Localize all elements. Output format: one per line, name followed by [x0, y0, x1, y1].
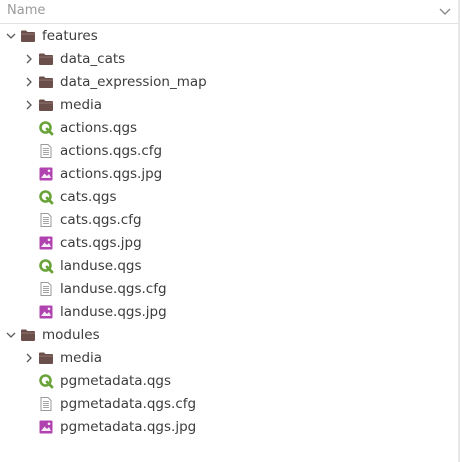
tree-item-label: media — [60, 350, 103, 366]
image-file-icon — [39, 305, 53, 319]
tree-folder-row[interactable]: modules — [0, 324, 460, 347]
folder-icon — [39, 352, 53, 364]
tree-item-label: actions.qgs.jpg — [60, 166, 163, 182]
tree-file-row[interactable]: pgmetadata.qgs — [0, 370, 460, 393]
tree-item-label: data_cats — [60, 51, 126, 67]
qgis-icon — [39, 259, 54, 274]
tree-item-label: landuse.qgs.cfg — [60, 281, 167, 297]
tree-file-row[interactable]: cats.qgs.jpg — [0, 232, 460, 255]
tree-item-label: cats.qgs.jpg — [60, 235, 142, 251]
tree-folder-row[interactable]: features — [0, 25, 460, 48]
chevron-down-icon[interactable] — [5, 329, 17, 341]
tree-item-label: data_expression_map — [60, 74, 207, 90]
tree-file-row[interactable]: landuse.qgs.jpg — [0, 301, 460, 324]
tree-item-label: pgmetadata.qgs — [60, 373, 172, 389]
qgis-icon — [39, 374, 54, 389]
folder-icon — [39, 99, 53, 111]
tree-file-row[interactable]: pgmetadata.qgs.jpg — [0, 416, 460, 439]
tree-item-label: media — [60, 97, 103, 113]
image-file-icon — [39, 167, 53, 181]
tree-item-label: pgmetadata.qgs.cfg — [60, 396, 197, 412]
tree-file-row[interactable]: cats.qgs.cfg — [0, 209, 460, 232]
tree-item-label: features — [42, 28, 98, 44]
tree-item-label: actions.qgs.cfg — [60, 143, 163, 159]
qgis-icon — [39, 121, 54, 136]
tree-item-label: pgmetadata.qgs.jpg — [60, 419, 197, 435]
tree-item-label: landuse.qgs.jpg — [60, 304, 167, 320]
tree-folder-row[interactable]: media — [0, 94, 460, 117]
chevron-down-icon[interactable] — [5, 30, 17, 42]
text-file-icon — [40, 144, 52, 158]
chevron-right-icon[interactable] — [23, 76, 35, 88]
tree-item-label: landuse.qgs — [60, 258, 142, 274]
tree-file-row[interactable]: cats.qgs — [0, 186, 460, 209]
tree-folder-row[interactable]: data_cats — [0, 48, 460, 71]
chevron-right-icon[interactable] — [23, 99, 35, 111]
tree-file-row[interactable]: actions.qgs.cfg — [0, 140, 460, 163]
tree-item-label: modules — [42, 327, 100, 343]
tree-file-row[interactable]: actions.qgs.jpg — [0, 163, 460, 186]
tree-item-label: cats.qgs.cfg — [60, 212, 142, 228]
tree-file-row[interactable]: pgmetadata.qgs.cfg — [0, 393, 460, 416]
text-file-icon — [40, 213, 52, 227]
qgis-icon — [39, 190, 54, 205]
folder-icon — [39, 53, 53, 65]
chevron-right-icon[interactable] — [23, 53, 35, 65]
text-file-icon — [40, 282, 52, 296]
chevron-down-icon[interactable] — [438, 4, 452, 18]
folder-icon — [39, 76, 53, 88]
tree-file-row[interactable]: actions.qgs — [0, 117, 460, 140]
tree-file-row[interactable]: landuse.qgs.cfg — [0, 278, 460, 301]
folder-icon — [21, 30, 35, 42]
column-header[interactable]: Name — [0, 0, 460, 24]
image-file-icon — [39, 236, 53, 250]
tree-item-label: actions.qgs — [60, 120, 138, 136]
tree-folder-row[interactable]: data_expression_map — [0, 71, 460, 94]
chevron-right-icon[interactable] — [23, 352, 35, 364]
folder-icon — [21, 329, 35, 341]
tree-item-label: cats.qgs — [60, 189, 117, 205]
name-column-label: Name — [7, 3, 46, 18]
text-file-icon — [40, 397, 52, 411]
tree-folder-row[interactable]: media — [0, 347, 460, 370]
image-file-icon — [39, 420, 53, 434]
file-tree-panel: Name features data_cats data_expression_ma… — [0, 0, 460, 462]
tree-file-row[interactable]: landuse.qgs — [0, 255, 460, 278]
